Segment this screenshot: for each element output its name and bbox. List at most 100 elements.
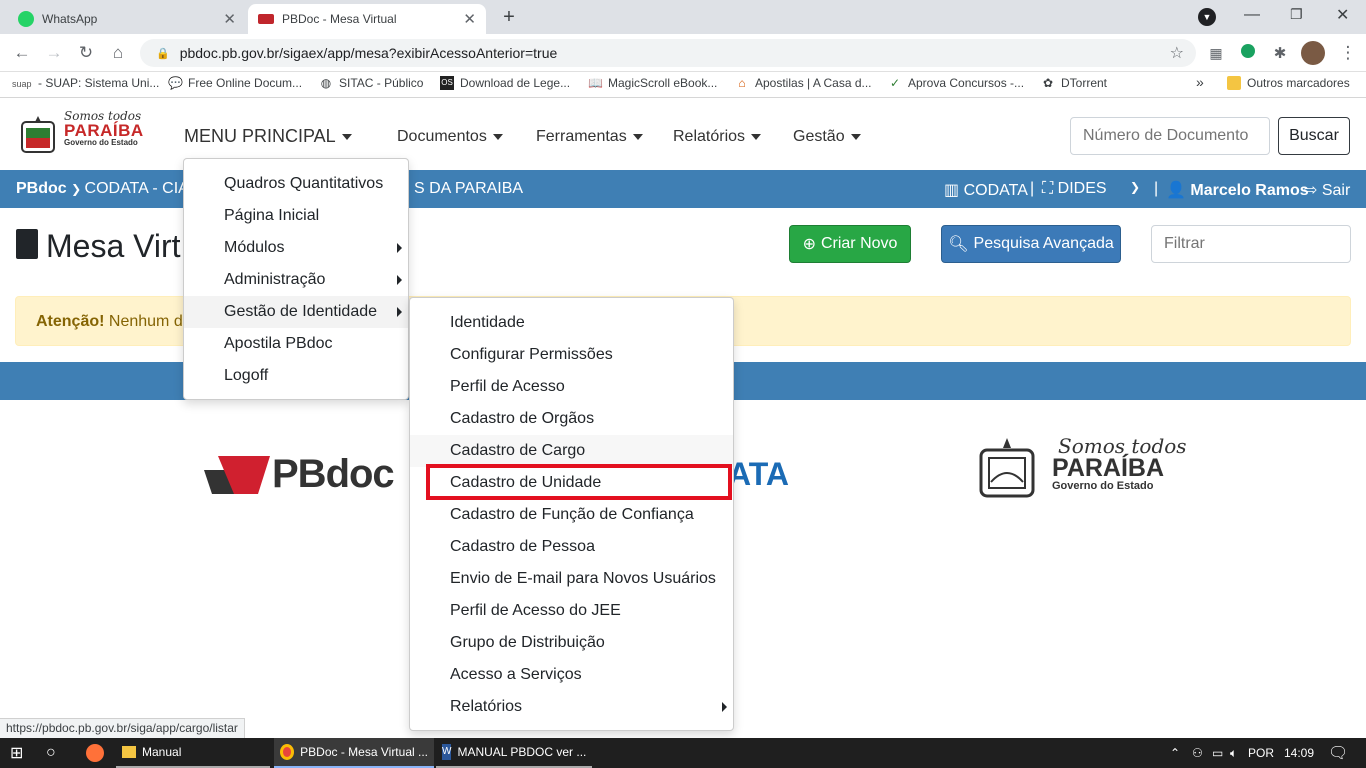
notification-icon[interactable]: 🗨︎ bbox=[1322, 738, 1354, 768]
criar-novo-button[interactable]: ⊕ Criar Novo bbox=[789, 225, 911, 263]
unit-label: CODATA bbox=[963, 182, 1028, 199]
taskbar-label: PBDoc - Mesa Virtual ... bbox=[300, 745, 428, 759]
taskbar-item-chrome[interactable]: PBDoc - Mesa Virtual ... bbox=[274, 738, 434, 768]
brand-line2: PARAÍBA bbox=[64, 121, 144, 140]
bookmark-dtorrent[interactable]: ✿ DTorrent bbox=[1041, 76, 1107, 90]
tab-pbdoc[interactable]: PBDoc - Mesa Virtual ✕ bbox=[248, 4, 486, 34]
submenu-item-cadastro-cargo[interactable]: Cadastro de Cargo bbox=[410, 435, 733, 467]
url-text: pbdoc.pb.gov.br/sigaex/app/mesa?exibirAc… bbox=[179, 45, 558, 61]
submenu-item-acesso-servicos[interactable]: Acesso a Serviços bbox=[410, 659, 733, 691]
submenu-item-cadastro-funcao[interactable]: Cadastro de Função de Confiança bbox=[410, 499, 733, 531]
user-menu[interactable]: 👤 Marcelo Ramos bbox=[1166, 180, 1309, 200]
bookmark-sitac[interactable]: ◍ SITAC - Público bbox=[319, 76, 424, 90]
sair-link[interactable]: ⇨ Sair bbox=[1304, 180, 1350, 200]
menu-item-gestao-identidade[interactable]: Gestão de Identidade bbox=[184, 296, 408, 328]
taskbar-item-manual[interactable]: Manual bbox=[116, 738, 270, 768]
submenu-item-envio-email[interactable]: Envio de E-mail para Novos Usuários bbox=[410, 563, 733, 595]
bookmark-star-icon[interactable]: ☆ bbox=[1170, 43, 1184, 63]
forward-icon[interactable]: → bbox=[42, 41, 66, 65]
close-tab-icon[interactable]: ✕ bbox=[463, 10, 476, 28]
bookmark-aprova[interactable]: ✓ Aprova Concursos -... bbox=[888, 76, 1024, 90]
paraiba-crest-logo bbox=[16, 114, 60, 158]
menu-item-quadros[interactable]: Quadros Quantitativos bbox=[184, 168, 408, 200]
submenu-item-grupo-distribuicao[interactable]: Grupo de Distribuição bbox=[410, 627, 733, 659]
submenu-item-cadastro-orgaos[interactable]: Cadastro de Orgãos bbox=[410, 403, 733, 435]
search-icon[interactable]: ○ bbox=[40, 738, 62, 768]
bookmark-label: Outros marcadores bbox=[1247, 76, 1350, 90]
pbdoc-favicon-icon bbox=[258, 14, 274, 24]
menu-documentos[interactable]: Documentos bbox=[397, 128, 503, 146]
bookmark-magicscroll[interactable]: 📖 MagicScroll eBook... bbox=[588, 76, 717, 90]
other-bookmarks[interactable]: Outros marcadores bbox=[1227, 76, 1350, 90]
chevron-right-icon: ❯ bbox=[71, 182, 85, 196]
search-icon: 🔍︎ bbox=[948, 236, 969, 253]
restore-icon[interactable]: ❐ bbox=[1290, 6, 1303, 23]
firefox-icon[interactable] bbox=[80, 738, 110, 768]
extensions-puzzle-icon[interactable]: ✱ bbox=[1268, 41, 1292, 65]
new-tab-button[interactable]: + bbox=[496, 5, 522, 31]
menu-item-logoff[interactable]: Logoff bbox=[184, 360, 408, 392]
submenu-item-identidade[interactable]: Identidade bbox=[410, 307, 733, 339]
home-icon[interactable]: ⌂ bbox=[106, 41, 130, 65]
unit-selector-dides[interactable]: ⛶ DIDES bbox=[1042, 180, 1107, 198]
volume-icon[interactable]: 🔈︎ bbox=[1224, 738, 1243, 768]
menu-item-apostila[interactable]: Apostila PBdoc bbox=[184, 328, 408, 360]
unit-selector-codata[interactable]: ▥ CODATA bbox=[944, 180, 1028, 200]
minimize-icon[interactable]: — bbox=[1244, 6, 1260, 24]
menu-item-pagina-inicial[interactable]: Página Inicial bbox=[184, 200, 408, 232]
buscar-button[interactable]: Buscar bbox=[1278, 117, 1350, 155]
submenu-item-configurar-permissoes[interactable]: Configurar Permissões bbox=[410, 339, 733, 371]
submenu-item-relatorios[interactable]: Relatórios bbox=[410, 691, 733, 723]
more-bookmarks-icon[interactable]: » bbox=[1196, 74, 1204, 90]
filtrar-input[interactable] bbox=[1151, 225, 1351, 263]
url-bar[interactable]: 🔒 pbdoc.pb.gov.br/sigaex/app/mesa?exibir… bbox=[140, 39, 1196, 67]
extension-green-icon[interactable] bbox=[1241, 44, 1255, 58]
taskbar-item-word[interactable]: W MANUAL PBDOC ver ... bbox=[436, 738, 592, 768]
windows-start-icon[interactable]: ⊞ bbox=[4, 738, 29, 768]
os-icon: OS bbox=[440, 76, 454, 90]
menu-gestao[interactable]: Gestão bbox=[793, 128, 861, 146]
menu-label: Relatórios bbox=[673, 128, 746, 145]
reload-icon[interactable]: ↻ bbox=[74, 41, 98, 65]
bookmark-label: MagicScroll eBook... bbox=[608, 76, 718, 90]
alert-bold: Atenção! bbox=[36, 313, 105, 330]
tab-whatsapp[interactable]: WhatsApp ✕ bbox=[8, 4, 246, 34]
paraiba-brand-large: Somos todos PARAÍBA Governo do Estado bbox=[1052, 436, 1187, 492]
bookmark-suap[interactable]: - SUAP: Sistema Uni... bbox=[38, 76, 159, 90]
house-icon: ⌂ bbox=[738, 76, 746, 90]
menu-ferramentas[interactable]: Ferramentas bbox=[536, 128, 643, 146]
tab-title: WhatsApp bbox=[42, 12, 98, 26]
menu-relatorios[interactable]: Relatórios bbox=[673, 128, 762, 146]
close-window-icon[interactable]: ✕ bbox=[1336, 5, 1349, 25]
plus-circle-icon: ⊕ bbox=[802, 236, 816, 253]
breadcrumb-pbdoc[interactable]: PBdoc bbox=[16, 180, 67, 197]
menu-item-administracao[interactable]: Administração bbox=[184, 264, 408, 296]
tab-search-icon[interactable]: ▼ bbox=[1198, 8, 1216, 26]
pesquisa-avancada-button[interactable]: 🔍︎ Pesquisa Avançada bbox=[941, 225, 1121, 263]
pbdoc-logo-text: PBdoc bbox=[272, 452, 395, 497]
submenu-arrow-icon bbox=[397, 307, 402, 317]
submenu-arrow-icon bbox=[397, 243, 402, 253]
chrome-menu-icon[interactable]: ⋮ bbox=[1336, 41, 1360, 65]
bookmark-download[interactable]: OS Download de Lege... bbox=[440, 76, 570, 90]
chevron-down-icon[interactable]: ❯ bbox=[1130, 180, 1140, 194]
document-number-input[interactable] bbox=[1070, 117, 1270, 155]
clock[interactable]: 14:09 bbox=[1278, 738, 1320, 768]
alert-text: Nenhum de bbox=[108, 313, 192, 330]
profile-avatar[interactable] bbox=[1301, 41, 1325, 65]
apps-grid-icon[interactable]: ▦ bbox=[1204, 41, 1228, 65]
submenu-item-cadastro-pessoa[interactable]: Cadastro de Pessoa bbox=[410, 531, 733, 563]
menu-item-modulos[interactable]: Módulos bbox=[184, 232, 408, 264]
tray-chevron-icon[interactable]: ⌃ bbox=[1164, 738, 1186, 768]
separator: | bbox=[1154, 180, 1159, 197]
bookmark-free-online-doc[interactable]: 💬 Free Online Docum... bbox=[168, 76, 302, 90]
language-indicator[interactable]: POR bbox=[1242, 738, 1280, 768]
pbdoc-wordmark: PBdoc bbox=[272, 452, 395, 496]
unit-label: DIDES bbox=[1057, 180, 1107, 197]
close-tab-icon[interactable]: ✕ bbox=[223, 10, 236, 28]
bookmark-apostilas[interactable]: ⌂ Apostilas | A Casa d... bbox=[735, 76, 871, 90]
submenu-item-perfil-acesso[interactable]: Perfil de Acesso bbox=[410, 371, 733, 403]
back-icon[interactable]: ← bbox=[10, 41, 34, 65]
submenu-item-perfil-jee[interactable]: Perfil de Acesso do JEE bbox=[410, 595, 733, 627]
menu-principal[interactable]: MENU PRINCIPAL bbox=[184, 126, 352, 147]
